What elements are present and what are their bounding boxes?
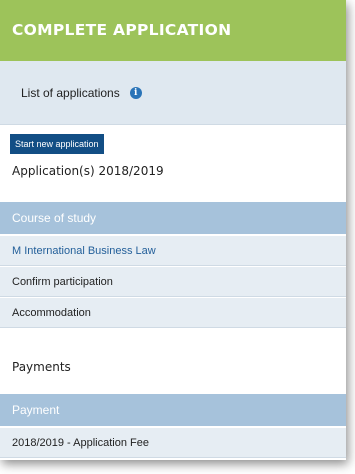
course-row-link[interactable]: M International Business Law [0,236,346,266]
panel-title: COMPLETE APPLICATION [12,21,232,39]
course-table-header: Course of study [0,202,346,234]
payments-title: Payments [12,360,71,374]
payment-table-header: Payment [0,394,346,426]
applications-year-title: Application(s) 2018/2019 [12,164,164,178]
applications-list-bar: List of applications i [0,61,346,125]
payment-row[interactable]: 2018/2019 - Application Fee [0,428,346,458]
start-new-application-button[interactable]: Start new application [10,134,104,154]
info-icon[interactable]: i [129,86,142,99]
application-panel: COMPLETE APPLICATION List of application… [0,0,346,460]
confirm-participation-row[interactable]: Confirm participation [0,267,346,297]
accommodation-row[interactable]: Accommodation [0,298,346,328]
applications-list-label: List of applications [21,85,120,100]
panel-header: COMPLETE APPLICATION [0,0,346,61]
